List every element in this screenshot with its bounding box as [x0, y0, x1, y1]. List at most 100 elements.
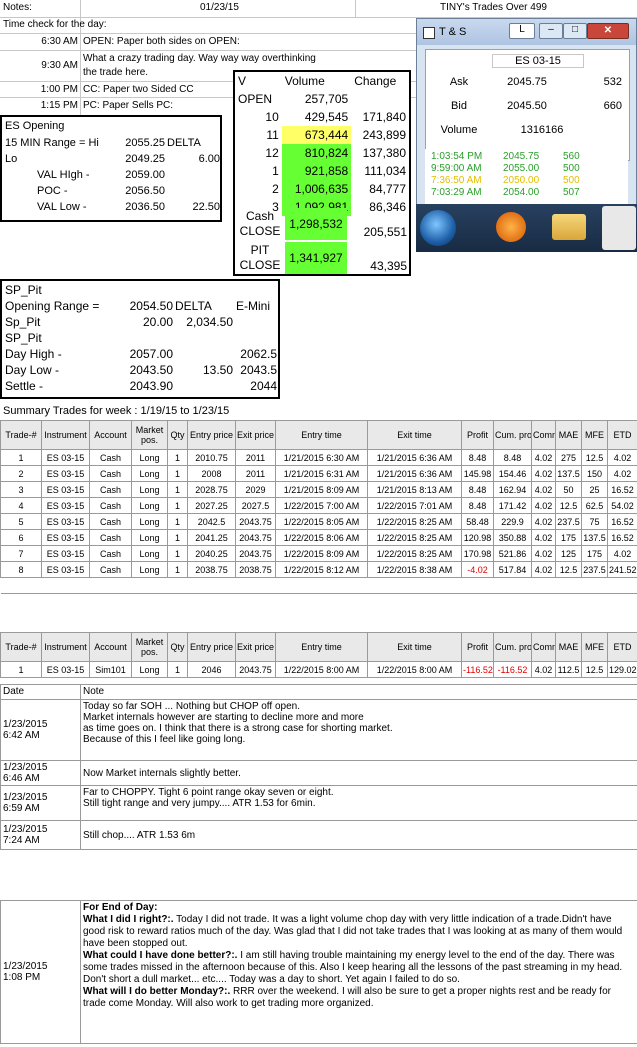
eod-paragraph-3: What will I do better Monday?:. RRR over… [83, 986, 635, 1010]
ts-tick-price: 2045.75 [503, 151, 540, 162]
maximize-button[interactable]: □ [563, 23, 587, 39]
cell-comm: 4.02 [531, 529, 556, 546]
note-text-cell[interactable]: Far to CHOPPY. Tight 6 point range okay … [80, 785, 637, 821]
cell-market-pos: Long [131, 465, 168, 482]
app-icon[interactable] [602, 206, 636, 250]
cell-qty: 1 [167, 561, 188, 578]
cell-entry-price: 2041.25 [187, 529, 236, 546]
summary-title: Summary Trades for week : 1/19/15 to 1/2… [3, 405, 230, 417]
sp-pit-v2: DELTA [175, 299, 212, 313]
ts-bid-price: 2045.50 [507, 100, 547, 112]
cell-exit-price: 2038.75 [235, 561, 276, 578]
eod-date-cell: 1/23/2015 1:08 PM [0, 900, 81, 1044]
volume-row-change [351, 90, 409, 108]
es-row-label: 15 MIN Range = Hi [5, 137, 99, 149]
cell-comm: 4.02 [531, 465, 556, 482]
note-time: 6:46 AM [3, 773, 40, 784]
es-opening-title: ES Opening [5, 120, 65, 132]
cell-instrument: ES 03-15 [41, 465, 90, 482]
cell-market-pos: Long [131, 545, 168, 562]
cell-market-pos: Long [131, 513, 168, 530]
ts-bid-size: 660 [603, 100, 622, 112]
close-button[interactable]: ✕ [587, 23, 629, 39]
note-line: as time goes on. I think that there is a… [83, 723, 393, 734]
cell-entry-time: 1/21/2015 6:30 AM [275, 449, 368, 466]
cell-comm: 4.02 [531, 545, 556, 562]
volume-row-label: OPEN [238, 92, 273, 106]
eod-title: For End of Day: [83, 902, 158, 913]
ts-tick-time: 7:03:29 AM [431, 187, 482, 198]
cell-comm: 4.02 [531, 481, 556, 498]
cell-mae: 112.5 [555, 661, 582, 678]
col-mae: MAE [555, 420, 582, 450]
col-exit-price: Exit price [235, 420, 276, 450]
ts-tick-time: 9:59:00 AM [431, 163, 482, 174]
eod-date: 1/23/2015 [3, 961, 48, 972]
summary-header-row: Trade-# Instrument Account Market pos. Q… [0, 420, 637, 450]
cell-qty: 1 [167, 661, 188, 678]
cell-cum-profit: 154.46 [493, 465, 532, 482]
time-check-text: What a crazy trading day. Way way way ov… [83, 53, 316, 64]
cell-profit: 8.48 [461, 481, 494, 498]
cell-entry-time: 1/22/2015 8:00 AM [275, 661, 368, 678]
ts-tick-list[interactable]: 1:03:54 PM 2045.75 560 9:59:00 AM 2055.0… [425, 149, 628, 205]
start-orb-icon[interactable] [420, 210, 456, 246]
cell-mfe: 237.5 [581, 561, 608, 578]
cell-trade-num: 6 [0, 529, 42, 546]
cell-etd: 16.52 [607, 513, 637, 530]
file-explorer-icon[interactable] [552, 214, 586, 240]
es-row-label: VAL HIgh - [37, 169, 90, 181]
ts-titlebar[interactable]: T & S L – □ ✕ [417, 19, 636, 45]
note-line: Now Market internals slightly better. [83, 767, 241, 779]
sheet-date: 01/23/15 [200, 2, 239, 13]
sp-pit-v3: 2043.5 [240, 363, 277, 377]
cell-qty: 1 [167, 529, 188, 546]
cell-comm: 4.02 [531, 561, 556, 578]
cell-market-pos: Long [131, 497, 168, 514]
ts-link-button[interactable]: L [509, 23, 535, 39]
cell-exit-time: 1/21/2015 6:36 AM [367, 465, 462, 482]
col-cum-profit: Cum. profit [493, 632, 532, 662]
col-entry-time: Entry time [275, 632, 368, 662]
cell-comm: 4.02 [531, 449, 556, 466]
cell-instrument: ES 03-15 [41, 449, 90, 466]
cell-account: Cash [89, 529, 132, 546]
cell-qty: 1 [167, 497, 188, 514]
es-row-extra: 22.50 [192, 201, 220, 213]
col-exit-price: Exit price [235, 632, 276, 662]
col-qty: Qty [167, 632, 188, 662]
cell-exit-price: 2043.75 [235, 529, 276, 546]
es-row-value: 2055.25 [125, 137, 165, 149]
summary-table-row: 1 ES 03-15 Cash Long 1 2010.75 2011 1/21/2015 6… [0, 449, 637, 466]
note-line: Today so far SOH ... Nothing but CHOP of… [83, 701, 300, 712]
cell-entry-price: 2028.75 [187, 481, 236, 498]
note-text-cell[interactable]: Today so far SOH ... Nothing but CHOP of… [80, 699, 637, 761]
sim-trades-table: Trade-# Instrument Account Market pos. Q… [0, 632, 637, 678]
cell-account: Cash [89, 497, 132, 514]
cell-exit-time: 1/22/2015 8:25 AM [367, 513, 462, 530]
cell-market-pos: Long [131, 661, 168, 678]
col-qty: Qty [167, 420, 188, 450]
es-row-label: Lo [5, 153, 18, 165]
cell-exit-price: 2027.5 [235, 497, 276, 514]
media-player-icon[interactable] [496, 212, 526, 242]
note-text-cell[interactable]: Now Market internals slightly better. [80, 760, 637, 786]
col-exit-time: Exit time [367, 420, 462, 450]
minimize-button[interactable]: – [539, 23, 563, 39]
cell-profit: 170.98 [461, 545, 494, 562]
cell-entry-time: 1/22/2015 8:09 AM [275, 545, 368, 562]
eod-text-cell[interactable]: For End of Day: What I did I right?:. To… [80, 900, 637, 1044]
volume-row-volume: 673,444 [281, 126, 352, 144]
col-comm: Comm [531, 632, 556, 662]
cell-entry-time: 1/22/2015 8:12 AM [275, 561, 368, 578]
note-time: 7:24 AM [3, 835, 40, 846]
note-text-cell[interactable]: Still chop.... ATR 1.53 6m [80, 820, 637, 850]
notes-label: Notes: [3, 2, 32, 13]
eod-q3: What will I do better Monday?:. [83, 986, 231, 997]
sim-table-row: 1 ES 03-15 Sim101 Long 1 2046 2043.75 1/… [0, 661, 637, 678]
cell-entry-price: 2008 [187, 465, 236, 482]
eod-table: 1/23/2015 1:08 PM For End of Day: What I… [0, 900, 637, 1044]
col-account: Account [89, 632, 132, 662]
ts-tick-size: 500 [563, 163, 580, 174]
cell-trade-num: 8 [0, 561, 42, 578]
